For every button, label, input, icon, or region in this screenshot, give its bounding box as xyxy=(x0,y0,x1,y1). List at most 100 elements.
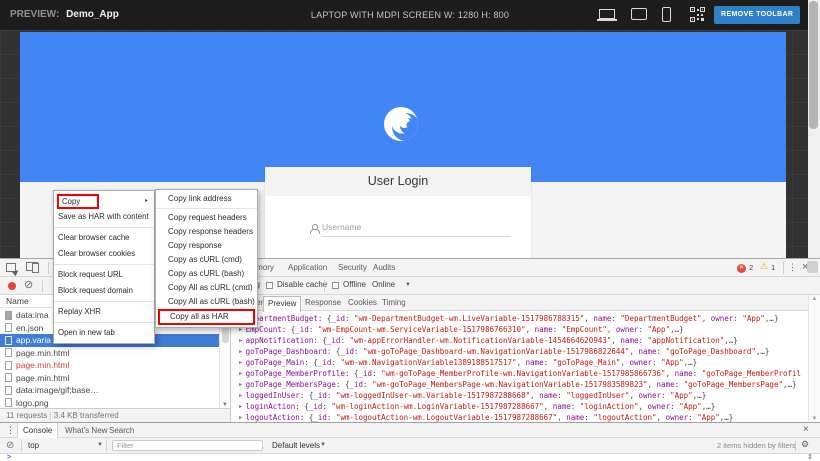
disable-cache-checkbox[interactable] xyxy=(266,282,273,289)
record-network-icon[interactable] xyxy=(8,282,16,290)
preview-scrollbar[interactable]: ▲ ▼ xyxy=(808,295,820,423)
warning-count[interactable]: 1 xyxy=(771,263,775,272)
error-count[interactable]: 2 xyxy=(749,263,753,272)
menu-separator xyxy=(54,301,154,302)
divider xyxy=(106,440,107,451)
menu-item-clear-browser-cookies[interactable]: Clear browser cookies xyxy=(54,246,154,262)
request-row-page-min-html[interactable]: page.min.html xyxy=(0,347,219,360)
scrollbar-corner xyxy=(807,261,818,273)
drawer-close-icon[interactable]: × xyxy=(803,424,809,435)
file-file-icon xyxy=(5,348,12,357)
divider xyxy=(783,262,784,274)
menu-item-block-request-url[interactable]: Block request URL xyxy=(54,267,154,283)
variable-row-gotopage-main[interactable]: ▶ goToPage_Main: {_id: "wm-wm.Navigation… xyxy=(239,357,801,368)
menu-item-block-request-domain[interactable]: Block request domain xyxy=(54,283,154,299)
menu-item-copy-all-as-curl-bash[interactable]: Copy All as cURL (bash) xyxy=(156,295,257,309)
login-card-title: User Login xyxy=(265,167,531,196)
request-name: en.json xyxy=(16,322,43,335)
detail-tab-timing[interactable]: Timing xyxy=(382,295,406,311)
request-row-logo-png[interactable]: logo.png xyxy=(0,397,219,409)
divider xyxy=(21,440,22,451)
menu-item-open-in-new-tab[interactable]: Open in new tab xyxy=(54,325,154,341)
menu-item-copy-all-as-har[interactable]: Copy all as HAR xyxy=(158,309,255,325)
menu-item-copy-response[interactable]: Copy response xyxy=(156,239,257,253)
drawer-tab-search[interactable]: Search xyxy=(104,423,139,438)
request-name: data:ima xyxy=(16,309,49,322)
detail-tab-cookies[interactable]: Cookies xyxy=(348,295,377,311)
menu-separator xyxy=(54,264,154,265)
variable-row-loggedinuser[interactable]: ▶ loggedInUser: {_id: "wm-loggedInUser-w… xyxy=(239,390,801,401)
menu-item-copy-as-curl-cmd[interactable]: Copy as cURL (cmd) xyxy=(156,253,257,267)
execution-context-select[interactable]: top xyxy=(28,441,39,450)
offline-label[interactable]: Offline xyxy=(343,280,366,289)
chevron-down-icon[interactable]: ▼ xyxy=(405,282,411,288)
chevron-down-icon[interactable]: ▼ xyxy=(320,442,326,448)
file-file-icon xyxy=(5,361,12,370)
device-info: LAPTOP WITH MDPI SCREEN W: 1280 H: 800 xyxy=(311,10,509,20)
tablet-device-icon[interactable] xyxy=(631,8,647,20)
inspect-element-icon[interactable] xyxy=(6,263,16,272)
devtools-menu-icon[interactable]: ⋮ xyxy=(788,262,797,273)
menu-item-replay-xhr[interactable]: Replay XHR xyxy=(54,304,154,320)
request-row-data-image-gif-base[interactable]: data:image/gif;base… xyxy=(0,384,219,397)
menu-item-copy-link-address[interactable]: Copy link address xyxy=(156,192,257,206)
request-name: app.varia xyxy=(16,334,51,347)
variable-row-empcount[interactable]: ▶ EmpCount: {_id: "wm-EmpCount-wm.Servic… xyxy=(239,324,801,335)
clear-console-icon[interactable]: ⊘ xyxy=(6,440,14,451)
laptop-device-icon[interactable] xyxy=(599,9,615,19)
detail-tab-response[interactable]: Response xyxy=(305,295,341,311)
log-levels-select[interactable]: Default levels xyxy=(272,441,320,450)
devtools-tab-audits[interactable]: Audits xyxy=(373,259,395,276)
variable-row-loginaction[interactable]: ▶ loginAction: {_id: "wm-loginAction-wm.… xyxy=(239,401,801,412)
page-scrollbar[interactable] xyxy=(808,0,820,258)
request-name: page.min.html xyxy=(16,359,69,372)
devtools-tab-security[interactable]: Security xyxy=(338,259,367,276)
scroll-up-icon[interactable]: ▲ xyxy=(809,296,820,302)
drawer-menu-icon[interactable]: ⋮ xyxy=(6,425,15,436)
disable-cache-label[interactable]: Disable cache xyxy=(277,280,327,289)
variable-row-gotopage-dashboard[interactable]: ▶ goToPage_Dashboard: {_id: "wm-goToPage… xyxy=(239,346,801,357)
devtools-tab-application[interactable]: Application xyxy=(288,259,327,276)
copy-submenu: Copy link addressCopy request headersCop… xyxy=(155,189,258,328)
menu-item-save-as-har-with-content[interactable]: Save as HAR with content xyxy=(54,209,154,225)
warning-icon[interactable]: ⚠ xyxy=(760,261,768,272)
user-icon xyxy=(309,224,319,234)
console-filter-input[interactable] xyxy=(112,440,263,451)
divider xyxy=(324,280,325,292)
file-file-icon xyxy=(5,336,12,345)
menu-item-copy-all-as-curl-cmd[interactable]: Copy All as cURL (cmd) xyxy=(156,281,257,295)
page-scrollbar-thumb[interactable] xyxy=(809,1,818,129)
username-input[interactable] xyxy=(322,217,511,237)
request-name: data:image/gif;base… xyxy=(16,384,99,397)
throttling-select[interactable]: Online xyxy=(372,280,395,289)
console-settings-gear-icon[interactable]: ⚙ xyxy=(801,439,809,450)
file-file-icon xyxy=(5,373,12,382)
variable-row-departmentbudget[interactable]: ▶ DepartmentBudget: {_id: "wm-Department… xyxy=(239,313,801,324)
phone-device-icon[interactable] xyxy=(662,7,671,22)
browser-window: PREVIEW: Demo_App LAPTOP WITH MDPI SCREE… xyxy=(0,0,820,461)
drawer-tab-console[interactable]: Console xyxy=(17,423,58,438)
menu-item-copy-response-headers[interactable]: Copy response headers xyxy=(156,225,257,239)
remove-toolbar-button[interactable]: REMOVE TOOLBAR xyxy=(714,6,800,24)
detail-tab-preview[interactable]: Preview xyxy=(263,296,301,312)
qr-code-icon[interactable] xyxy=(690,7,705,27)
menu-item-clear-browser-cache[interactable]: Clear browser cache xyxy=(54,230,154,246)
request-name: logo.png xyxy=(16,397,49,409)
device-toolbar-icon[interactable] xyxy=(26,262,39,273)
variable-row-appnotification[interactable]: ▶ appNotification: {_id: "wm-appErrorHan… xyxy=(239,335,801,346)
offline-checkbox[interactable] xyxy=(332,282,339,289)
console-log-area[interactable]: > ⇕ xyxy=(0,454,820,461)
error-badge-icon[interactable]: ✕ xyxy=(737,264,746,273)
chevron-down-icon[interactable]: ▼ xyxy=(97,442,103,448)
scroll-glyph-icon: ⇕ xyxy=(807,454,813,461)
menu-item-copy-as-curl-bash[interactable]: Copy as cURL (bash) xyxy=(156,267,257,281)
request-row-page-min-html[interactable]: page.min.html xyxy=(0,359,219,372)
variable-row-gotopage-memberprofile[interactable]: ▶ goToPage_MemberProfile: {_id: "wm-goTo… xyxy=(239,368,801,379)
clear-network-icon[interactable]: ⊘ xyxy=(24,278,33,291)
file-file-icon xyxy=(5,398,12,407)
request-row-page-min-html[interactable]: page.min.html xyxy=(0,372,219,385)
menu-item-copy-request-headers[interactable]: Copy request headers xyxy=(156,211,257,225)
hidden-items-message: 2 items hidden by filters xyxy=(717,441,796,450)
variable-row-gotopage-memberspage[interactable]: ▶ goToPage_MembersPage: {_id: "wm-goToPa… xyxy=(239,379,801,390)
menu-item-copy[interactable]: Copy▸ xyxy=(54,193,154,209)
